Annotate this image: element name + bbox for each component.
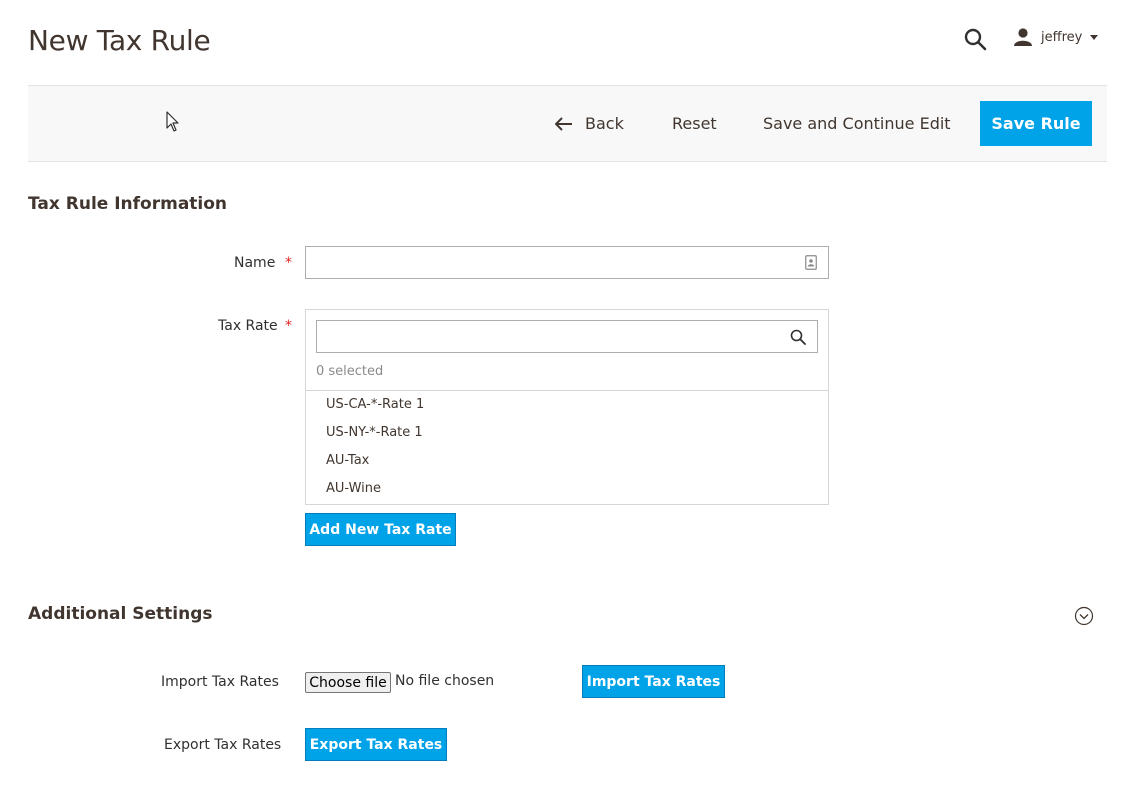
import-tax-rates-button[interactable]: Import Tax Rates xyxy=(582,665,725,698)
list-item[interactable]: AU-Tax xyxy=(326,453,369,468)
user-icon xyxy=(1013,27,1033,47)
back-label: Back xyxy=(585,114,624,133)
magnifier-icon[interactable] xyxy=(790,329,806,345)
contact-card-icon xyxy=(805,255,817,270)
import-tax-rates-label: Import Tax Rates xyxy=(161,674,279,690)
export-tax-rates-label: Export Tax Rates xyxy=(164,737,282,753)
name-label: Name xyxy=(234,255,276,271)
file-status: No file chosen xyxy=(395,673,495,689)
user-menu[interactable]: jeffrey xyxy=(1013,26,1099,48)
arrow-left-icon xyxy=(555,116,572,131)
tax-rate-search-input[interactable] xyxy=(316,320,818,353)
list-item[interactable]: US-NY-*-Rate 1 xyxy=(326,425,423,440)
list-item[interactable]: AU-Wine xyxy=(326,481,381,496)
required-marker: * xyxy=(285,318,292,334)
additional-settings-title[interactable]: Additional Settings xyxy=(28,604,213,624)
user-name: jeffrey xyxy=(1041,29,1083,45)
required-marker: * xyxy=(285,255,292,271)
export-tax-rates-button[interactable]: Export Tax Rates xyxy=(305,728,447,761)
chevron-down-icon xyxy=(1090,34,1099,40)
back-button[interactable]: Back xyxy=(555,101,624,146)
collapse-chevron-icon[interactable] xyxy=(1074,606,1094,626)
save-and-continue-button[interactable]: Save and Continue Edit xyxy=(763,101,951,146)
save-rule-button[interactable]: Save Rule xyxy=(980,101,1092,146)
search-icon[interactable] xyxy=(963,27,987,51)
mouse-cursor-icon xyxy=(166,111,180,133)
page-title: New Tax Rule xyxy=(28,24,211,57)
reset-button[interactable]: Reset xyxy=(672,101,717,146)
choose-file-button[interactable]: Choose file xyxy=(305,672,391,693)
tax-rule-information-title: Tax Rule Information xyxy=(28,194,228,214)
tax-rate-label: Tax Rate xyxy=(218,318,278,334)
selected-count: 0 selected xyxy=(316,364,384,379)
list-item[interactable]: US-CA-*-Rate 1 xyxy=(326,397,424,412)
name-input[interactable] xyxy=(305,246,829,279)
tax-rate-list: US-CA-*-Rate 1 US-NY-*-Rate 1 AU-Tax AU-… xyxy=(305,390,829,505)
add-new-tax-rate-button[interactable]: Add New Tax Rate xyxy=(305,513,456,546)
